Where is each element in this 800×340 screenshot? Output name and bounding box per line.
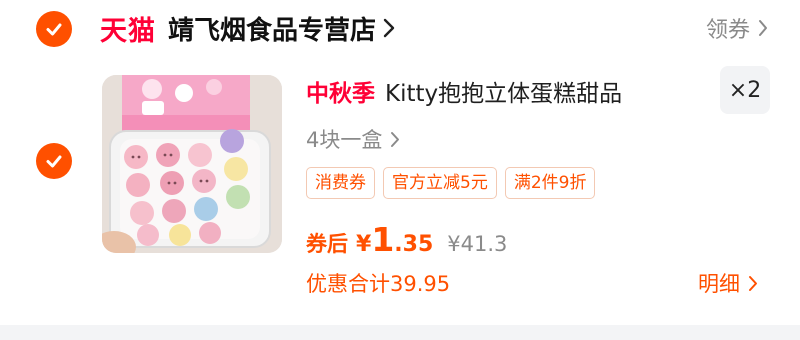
promo-tag: 官方立减5元 [383, 167, 497, 199]
quantity-button[interactable]: ×2 [720, 66, 770, 114]
promo-label: 中秋季 [306, 81, 375, 107]
chevron-right-icon [383, 18, 395, 38]
original-price: ¥41.3 [447, 232, 508, 256]
promo-tags: 消费券 官方立减5元 满2件9折 [306, 167, 596, 199]
product-title[interactable]: 中秋季 Kitty抱抱立体蛋糕甜品 [306, 74, 622, 108]
after-coupon-label: 券后 [306, 232, 348, 256]
chevron-right-icon [391, 131, 400, 147]
product-photo [102, 75, 282, 253]
discount-total: 优惠合计39.95 [306, 272, 451, 296]
get-coupon-label: 领券 [705, 18, 750, 43]
section-divider [0, 325, 800, 340]
price-decimal: .35 [394, 232, 434, 257]
sku-selector[interactable]: 4块一盒 [306, 124, 400, 154]
store-header[interactable]: 天猫 靖飞烟食品专营店 [100, 6, 396, 50]
tmall-brand-label: 天猫 [100, 15, 156, 47]
check-icon [46, 23, 62, 36]
chevron-right-icon [749, 275, 757, 291]
promo-tag: 满2件9折 [504, 167, 596, 199]
sku-label: 4块一盒 [306, 128, 383, 152]
get-coupon-link[interactable]: 领券 [706, 12, 768, 44]
store-name[interactable]: 靖飞烟食品专营店 [168, 10, 376, 47]
currency-symbol: ¥ [356, 232, 372, 257]
product-title-text: Kitty抱抱立体蛋糕甜品 [385, 81, 623, 107]
discount-detail-link[interactable]: 明细 [698, 268, 758, 298]
promo-tag: 消费券 [306, 167, 375, 199]
check-icon [46, 155, 62, 168]
product-thumbnail[interactable] [102, 75, 282, 253]
item-select-checkbox[interactable] [36, 143, 72, 179]
chevron-right-icon [759, 20, 767, 36]
price-row: 券后 ¥ 1 .35 ¥41.3 [306, 220, 507, 259]
store-select-checkbox[interactable] [36, 11, 72, 47]
detail-label: 明细 [698, 272, 740, 296]
price-integer: 1 [371, 220, 395, 259]
